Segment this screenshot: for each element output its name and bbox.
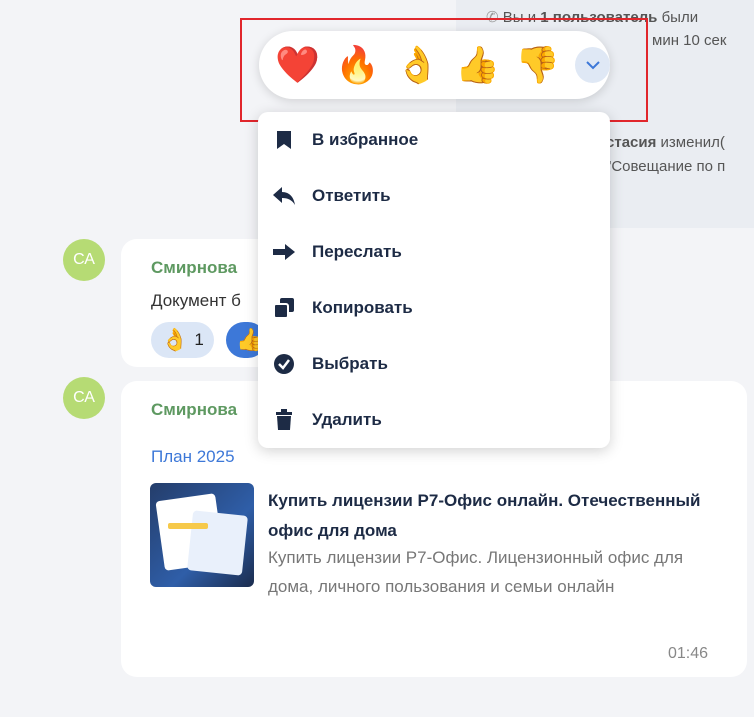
menu-item-copy[interactable]: Копировать [258, 280, 610, 336]
message-text: Документ б [151, 291, 241, 310]
reaction-count: 1 [194, 330, 204, 349]
ok-hand-icon: 👌 [161, 327, 189, 352]
link-preview-title[interactable]: Купить лицензии Р7-Офис онлайн. Отечеств… [268, 486, 708, 546]
menu-item-reply[interactable]: Ответить [258, 168, 610, 224]
menu-item-label: Переслать [312, 242, 402, 261]
reaction-picker-highlight [240, 18, 648, 122]
bookmark-icon [256, 130, 312, 150]
menu-item-label: Удалить [312, 410, 382, 429]
trash-icon [256, 409, 312, 431]
message-time: 01:46 [668, 645, 709, 662]
copy-icon [256, 297, 312, 319]
reply-icon [256, 186, 312, 206]
menu-item-label: Копировать [312, 298, 413, 317]
system-line-2: мин 10 сек [652, 32, 727, 49]
menu-item-forward[interactable]: Переслать [258, 224, 610, 280]
system-suffix: были [657, 9, 699, 26]
chat-area: ✆ Вы и 1 пользователь были мин 10 сек ст… [0, 0, 754, 717]
preview-card-graphic [187, 510, 248, 576]
preview-stripe-graphic [168, 523, 208, 529]
sender-name[interactable]: Смирнова [151, 400, 237, 420]
check-circle-icon [256, 353, 312, 375]
link-preview-description: Купить лицензии Р7-Офис. Лицензионный оф… [268, 548, 684, 596]
avatar[interactable]: СА [63, 239, 105, 281]
menu-item-delete[interactable]: Удалить [258, 392, 610, 448]
reaction-chip-ok[interactable]: 👌 1 [151, 322, 214, 358]
sender-name[interactable]: Смирнова [151, 258, 237, 278]
system-line-3: стасия изменил( [606, 134, 725, 151]
system-line-4: "Совещание по п [606, 158, 726, 175]
menu-item-favorite[interactable]: В избранное [258, 112, 610, 168]
avatar[interactable]: СА [63, 377, 105, 419]
menu-item-label: Ответить [312, 186, 391, 205]
link-preview-image[interactable] [150, 483, 254, 587]
system-name: стасия [606, 134, 657, 151]
menu-item-select[interactable]: Выбрать [258, 336, 610, 392]
forward-icon [256, 242, 312, 262]
context-menu: В избранное Ответить Переслать Копироват… [258, 112, 610, 448]
message-link[interactable]: План 2025 [151, 447, 235, 467]
system-action: изменил( [656, 134, 725, 151]
menu-item-label: В избранное [312, 130, 419, 149]
menu-item-label: Выбрать [312, 354, 388, 373]
